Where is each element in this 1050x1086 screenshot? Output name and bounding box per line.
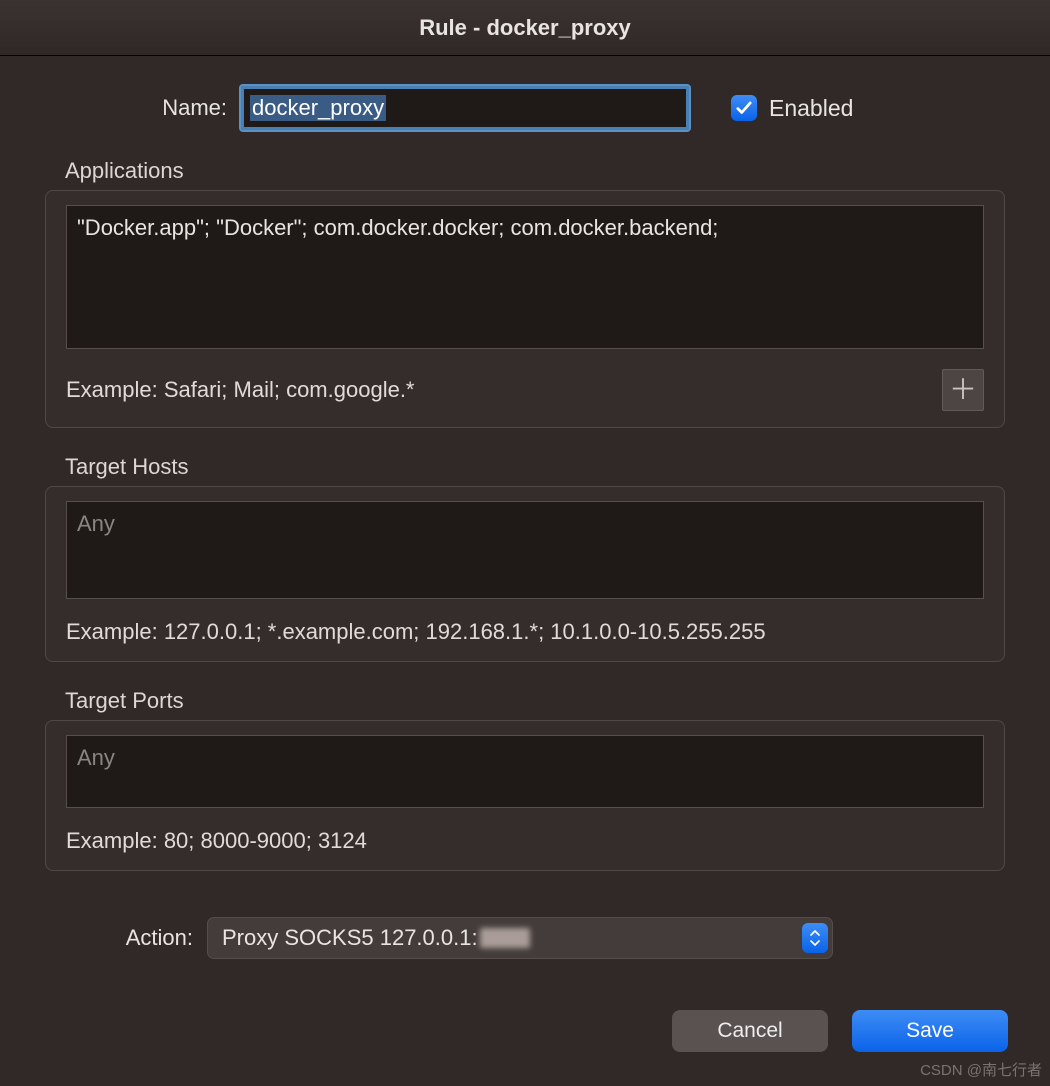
target-hosts-input[interactable] bbox=[66, 501, 984, 599]
applications-input[interactable] bbox=[66, 205, 984, 349]
target-ports-example: Example: 80; 8000-9000; 3124 bbox=[66, 828, 984, 854]
name-label: Name: bbox=[145, 95, 241, 121]
check-icon bbox=[735, 99, 753, 117]
applications-section: Example: Safari; Mail; com.google.* ＋ bbox=[45, 190, 1005, 428]
target-hosts-section: Example: 127.0.0.1; *.example.com; 192.1… bbox=[45, 486, 1005, 662]
name-input[interactable] bbox=[241, 86, 689, 130]
target-ports-section: Example: 80; 8000-9000; 3124 bbox=[45, 720, 1005, 871]
applications-section-label: Applications bbox=[65, 158, 1005, 184]
cancel-button[interactable]: Cancel bbox=[672, 1010, 828, 1052]
action-label: Action: bbox=[105, 925, 193, 951]
redacted-port bbox=[480, 928, 530, 948]
applications-example: Example: Safari; Mail; com.google.* bbox=[66, 377, 415, 403]
window-titlebar: Rule - docker_proxy bbox=[0, 0, 1050, 56]
save-button[interactable]: Save bbox=[852, 1010, 1008, 1052]
window-title: Rule - docker_proxy bbox=[419, 15, 631, 41]
action-value: Proxy SOCKS5 127.0.0.1: bbox=[222, 925, 530, 951]
chevron-up-down-icon bbox=[802, 923, 828, 953]
target-ports-input[interactable] bbox=[66, 735, 984, 808]
plus-icon: ＋ bbox=[949, 376, 977, 404]
target-hosts-section-label: Target Hosts bbox=[65, 454, 1005, 480]
enabled-checkbox[interactable] bbox=[731, 95, 757, 121]
add-application-button[interactable]: ＋ bbox=[942, 369, 984, 411]
action-select[interactable]: Proxy SOCKS5 127.0.0.1: bbox=[207, 917, 833, 959]
target-hosts-example: Example: 127.0.0.1; *.example.com; 192.1… bbox=[66, 619, 984, 645]
target-ports-section-label: Target Ports bbox=[65, 688, 1005, 714]
watermark: CSDN @南七行者 bbox=[920, 1059, 1042, 1080]
enabled-label: Enabled bbox=[769, 95, 853, 122]
